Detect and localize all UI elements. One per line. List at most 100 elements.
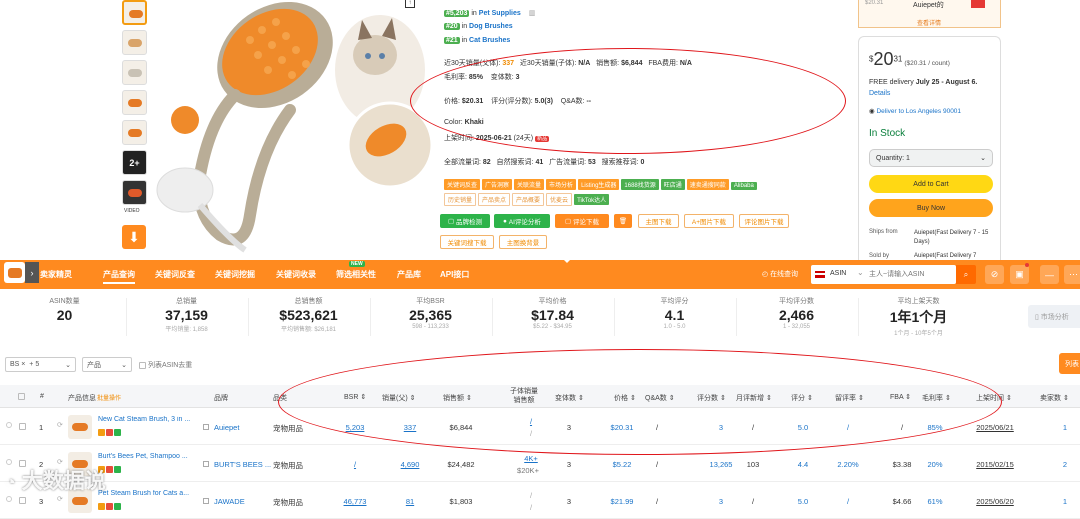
search-type[interactable]: ASIN <box>830 270 846 277</box>
cell-sellers[interactable]: 2 <box>1063 460 1067 469</box>
pin-icon[interactable] <box>6 496 12 502</box>
bs-filter-chip[interactable]: BS × + 5 ⌄ <box>5 357 76 372</box>
main-image-download-button[interactable]: 主图下载 <box>638 214 679 228</box>
cell-reviews[interactable]: 3 <box>719 497 723 506</box>
thumbnail-more[interactable]: 2+ <box>122 150 147 175</box>
rank-category-link[interactable]: Dog Brushes <box>469 23 513 30</box>
market-analysis-button[interactable]: ▯ 市场分析 <box>1028 305 1080 328</box>
brand-link[interactable]: Auiepet <box>214 423 239 432</box>
share-icon[interactable]: ↑ <box>405 0 415 8</box>
cell-child-sales[interactable]: 4K+ <box>524 454 538 463</box>
thumbnail-video[interactable] <box>122 180 147 205</box>
checkbox[interactable] <box>139 361 146 369</box>
row-checkbox[interactable] <box>19 423 26 430</box>
thumbnail-3[interactable] <box>122 60 147 85</box>
cell-margin[interactable]: 20% <box>927 460 942 469</box>
product-name-link[interactable]: Burt's Bees Pet, Shampoo ... <box>98 453 194 460</box>
nav-keyword-index[interactable]: 关键词收录 <box>276 260 316 289</box>
col-sellers[interactable]: 卖家数 ⇕ <box>1040 393 1069 403</box>
select-all-checkbox[interactable] <box>18 393 25 400</box>
thumbnail-2[interactable] <box>122 30 147 55</box>
cell-review-rate[interactable]: 2.20% <box>837 460 858 469</box>
buy-now-button[interactable]: Buy Now <box>869 199 993 217</box>
brand-check-button[interactable]: ▢ 品牌检测 <box>440 214 490 228</box>
nav-product-library[interactable]: 产品库 <box>397 260 421 289</box>
pin-icon[interactable] <box>6 422 12 428</box>
tag-aliexpress[interactable]: 速卖通搜同款 <box>686 179 729 190</box>
cell-bsr[interactable]: / <box>354 460 356 469</box>
more-icon[interactable]: ⋯ <box>1064 265 1080 284</box>
table-row[interactable]: 3 ⟳ Pet Steam Brush for Cats a... JAWADE 宠物用… <box>0 483 1080 519</box>
tag-youmaiyun[interactable]: 优麦云 <box>546 193 573 206</box>
category-select[interactable]: 产品 ⌄ <box>82 357 132 372</box>
tag-tiktok[interactable]: TikTok达人 <box>574 194 610 205</box>
tag-ad-insight[interactable]: 广告洞察 <box>482 179 513 190</box>
thumbnail-1[interactable] <box>122 0 147 25</box>
cell-rating[interactable]: 4.4 <box>798 460 808 469</box>
list-button[interactable]: 列表 <box>1059 353 1080 374</box>
thumbnail-4[interactable] <box>122 90 147 115</box>
nav-keyword-mining[interactable]: 关键词挖掘 <box>215 260 255 289</box>
layout-icon[interactable]: ▣ <box>1010 265 1029 284</box>
tag-selling-points[interactable]: 产品卖点 <box>478 193 511 206</box>
close-icon[interactable]: × <box>21 361 25 368</box>
details-link[interactable]: Details <box>869 90 890 97</box>
main-image-bg-button[interactable]: 主图换背景 <box>499 235 547 249</box>
dedupe-checkbox[interactable]: 列表ASIN去重 <box>139 360 192 370</box>
tag-history-sales[interactable]: 历史销量 <box>444 193 477 206</box>
nav-product-query[interactable]: 产品查询 <box>103 260 135 289</box>
rank-category-link[interactable]: Cat Brushes <box>469 37 510 44</box>
online-query[interactable]: ◴ 在线查询 <box>762 269 798 279</box>
cell-sellers[interactable]: 1 <box>1063 423 1067 432</box>
deliver-to[interactable]: ◉ Deliver to Los Angeles 90001 <box>869 107 961 115</box>
tag-listing-generator[interactable]: Listing生成器 <box>578 179 620 190</box>
cell-sellers[interactable]: 1 <box>1063 497 1067 506</box>
nav-api[interactable]: API接口 <box>440 260 469 289</box>
brand-link[interactable]: JAWADE <box>214 497 245 506</box>
cell-bsr[interactable]: 46,773 <box>344 497 367 506</box>
quantity-select[interactable]: Quantity: 1 ⌄ <box>869 149 993 167</box>
trash-icon[interactable]: 🗑 <box>614 214 632 228</box>
cell-reviews[interactable]: 13,265 <box>710 460 733 469</box>
tag-1688[interactable]: 1688找货源 <box>621 179 659 190</box>
col-batch-action[interactable]: 批量操作 <box>97 393 121 402</box>
product-name-link[interactable]: Pet Steam Brush for Cats a... <box>98 490 194 497</box>
trend-chart-icon[interactable]: ▥ <box>529 10 536 17</box>
review-image-download-button[interactable]: 评论图片下载 <box>739 214 789 228</box>
view-details-link[interactable]: 查看详情 <box>917 18 941 27</box>
cell-price[interactable]: $21.99 <box>611 497 634 506</box>
asin-search-input[interactable] <box>869 268 951 281</box>
keyword-download-button[interactable]: 关键词搜下载 <box>440 235 494 249</box>
product-name-link[interactable]: New Cat Steam Brush, 3 in ... <box>98 416 194 423</box>
minimize-icon[interactable]: — <box>1040 265 1059 284</box>
collapse-arrow-icon[interactable] <box>562 258 572 263</box>
cell-margin[interactable]: 61% <box>927 497 942 506</box>
product-thumbnail[interactable] <box>68 415 92 439</box>
cell-rating[interactable]: 5.0 <box>798 497 808 506</box>
tag-market-analysis[interactable]: 市场分析 <box>546 179 577 190</box>
review-download-button[interactable]: ▢ 评论下载 <box>555 214 609 228</box>
aplus-image-download-button[interactable]: A+图片下载 <box>684 214 734 228</box>
nav-keyword-reverse[interactable]: 关键词反查 <box>155 260 195 289</box>
thumbnail-5[interactable] <box>122 120 147 145</box>
expand-arrow-icon[interactable]: › <box>25 262 39 283</box>
cell-price[interactable]: $5.22 <box>613 460 632 469</box>
download-image-icon[interactable]: ⬇ <box>122 225 146 249</box>
tag-alibaba[interactable]: Alibaba <box>730 182 757 190</box>
cell-sales[interactable]: 4,690 <box>401 460 420 469</box>
add-to-cart-button[interactable]: Add to Cart <box>869 175 993 193</box>
search-button[interactable]: ⌕ <box>956 265 976 284</box>
cell-review-rate[interactable]: / <box>847 497 849 506</box>
filter-icon[interactable]: ⊘ <box>985 265 1004 284</box>
tag-related-traffic[interactable]: 关联流量 <box>514 179 545 190</box>
row-checkbox[interactable] <box>19 497 26 504</box>
tag-keyword-reverse[interactable]: 关键词反查 <box>444 179 481 190</box>
refresh-icon[interactable]: ⟳ <box>57 495 63 503</box>
refresh-icon[interactable]: ⟳ <box>57 421 63 429</box>
rank-category-link[interactable]: Pet Supplies <box>479 10 521 17</box>
cell-sales[interactable]: 81 <box>406 497 414 506</box>
tag-product-summary[interactable]: 产品概要 <box>512 193 545 206</box>
brand-link[interactable]: BURT'S BEES ... <box>214 460 271 469</box>
tag-wangdiantong[interactable]: 旺店通 <box>660 179 685 190</box>
ai-review-button[interactable]: ● AI评论分析 <box>494 214 550 228</box>
